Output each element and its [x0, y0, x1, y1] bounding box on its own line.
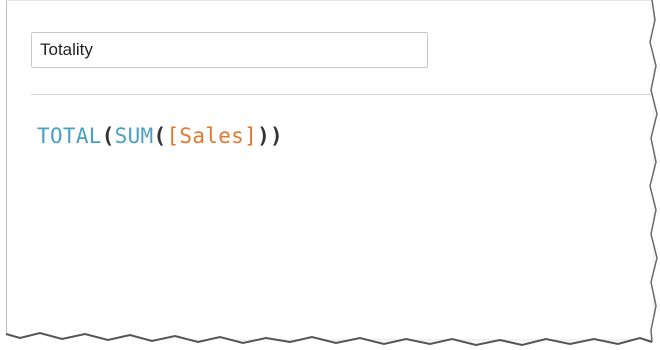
calculation-name-input[interactable] — [31, 32, 428, 68]
screenshot-canvas: TOTAL(SUM([Sales])) — [0, 0, 660, 350]
formula-field-sales: [Sales] — [166, 124, 258, 148]
divider — [31, 94, 651, 95]
formula-editor[interactable]: TOTAL(SUM([Sales])) — [37, 124, 283, 148]
formula-close-parens: )) — [257, 124, 283, 148]
formula-open-paren: ( — [101, 124, 115, 148]
formula-open-paren-inner: ( — [153, 124, 167, 148]
formula-function-total: TOTAL — [37, 124, 102, 148]
formula-function-sum: SUM — [114, 124, 154, 148]
